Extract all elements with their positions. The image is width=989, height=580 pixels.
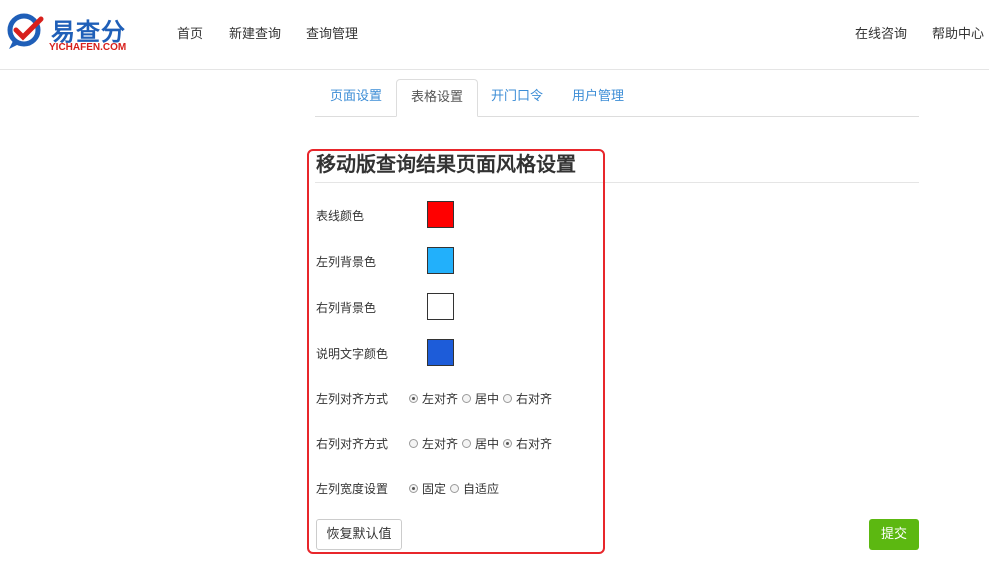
page-title: 移动版查询结果页面风格设置 [316, 152, 576, 176]
settings-tabs: 页面设置 表格设置 开门口令 用户管理 [315, 79, 919, 117]
radio-option[interactable]: 居中 [462, 435, 499, 452]
table-line-color-label: 表线颜色 [316, 209, 365, 223]
top-header: 易查分 YICHAFEN.COM 首页 新建查询 查询管理 在线咨询 帮助中心 [0, 0, 989, 70]
nav-help-center[interactable]: 帮助中心 [932, 23, 984, 42]
nav-query-manage[interactable]: 查询管理 [306, 23, 358, 42]
radio-option-label: 右对齐 [516, 392, 553, 406]
tab-user-manage[interactable]: 用户管理 [558, 79, 638, 115]
radio-option-label: 居中 [475, 392, 500, 406]
right-align-label: 右列对齐方式 [316, 437, 389, 451]
right-bg-color-swatch[interactable] [427, 293, 454, 320]
table-line-color-swatch[interactable] [427, 201, 454, 228]
radio-unchecked-icon[interactable] [503, 394, 513, 403]
radio-option[interactable]: 右对齐 [503, 390, 552, 407]
logo[interactable]: 易查分 YICHAFEN.COM [7, 11, 137, 57]
left-width-radio-group: 固定 自适应 [409, 480, 503, 497]
radio-option-label: 左对齐 [422, 437, 459, 451]
radio-unchecked-icon[interactable] [462, 394, 472, 403]
radio-checked-icon[interactable] [409, 484, 418, 493]
radio-option[interactable]: 左对齐 [409, 390, 458, 407]
right-bg-color-label: 右列背景色 [316, 301, 377, 315]
reset-default-button[interactable]: 恢复默认值 [316, 519, 402, 550]
left-bg-color-swatch[interactable] [427, 247, 454, 274]
submit-button[interactable]: 提交 [869, 519, 919, 550]
radio-option[interactable]: 右对齐 [503, 435, 552, 452]
left-align-radio-group: 左对齐 居中 右对齐 [409, 390, 556, 407]
radio-option-label: 左对齐 [422, 392, 459, 406]
left-width-label: 左列宽度设置 [316, 482, 389, 496]
nav-home[interactable]: 首页 [177, 23, 203, 42]
radio-unchecked-icon[interactable] [409, 439, 418, 448]
radio-option-label: 右对齐 [516, 437, 553, 451]
radio-checked-icon[interactable] [409, 394, 418, 403]
left-bg-color-label: 左列背景色 [316, 255, 377, 269]
logo-subtext: YICHAFEN.COM [49, 42, 127, 53]
radio-checked-icon[interactable] [503, 439, 513, 448]
tab-door-password[interactable]: 开门口令 [477, 79, 557, 115]
tab-table-settings[interactable]: 表格设置 [396, 79, 479, 117]
desc-text-color-swatch[interactable] [427, 339, 454, 366]
radio-unchecked-icon[interactable] [450, 484, 460, 493]
right-align-radio-group: 左对齐 居中 右对齐 [409, 435, 556, 452]
left-align-label: 左列对齐方式 [316, 392, 389, 406]
logo-mark-icon [7, 13, 44, 49]
radio-option-label: 固定 [422, 482, 447, 496]
tab-page-settings[interactable]: 页面设置 [316, 79, 396, 115]
radio-unchecked-icon[interactable] [462, 439, 472, 448]
radio-option[interactable]: 居中 [462, 390, 499, 407]
radio-option[interactable]: 自适应 [450, 480, 499, 497]
radio-option-label: 自适应 [463, 482, 500, 496]
nav-online-consult[interactable]: 在线咨询 [855, 23, 907, 42]
radio-option[interactable]: 固定 [409, 480, 446, 497]
title-divider [315, 182, 919, 183]
desc-text-color-label: 说明文字颜色 [316, 347, 389, 361]
radio-option-label: 居中 [475, 437, 500, 451]
radio-option[interactable]: 左对齐 [409, 435, 458, 452]
nav-new-query[interactable]: 新建查询 [229, 23, 281, 42]
